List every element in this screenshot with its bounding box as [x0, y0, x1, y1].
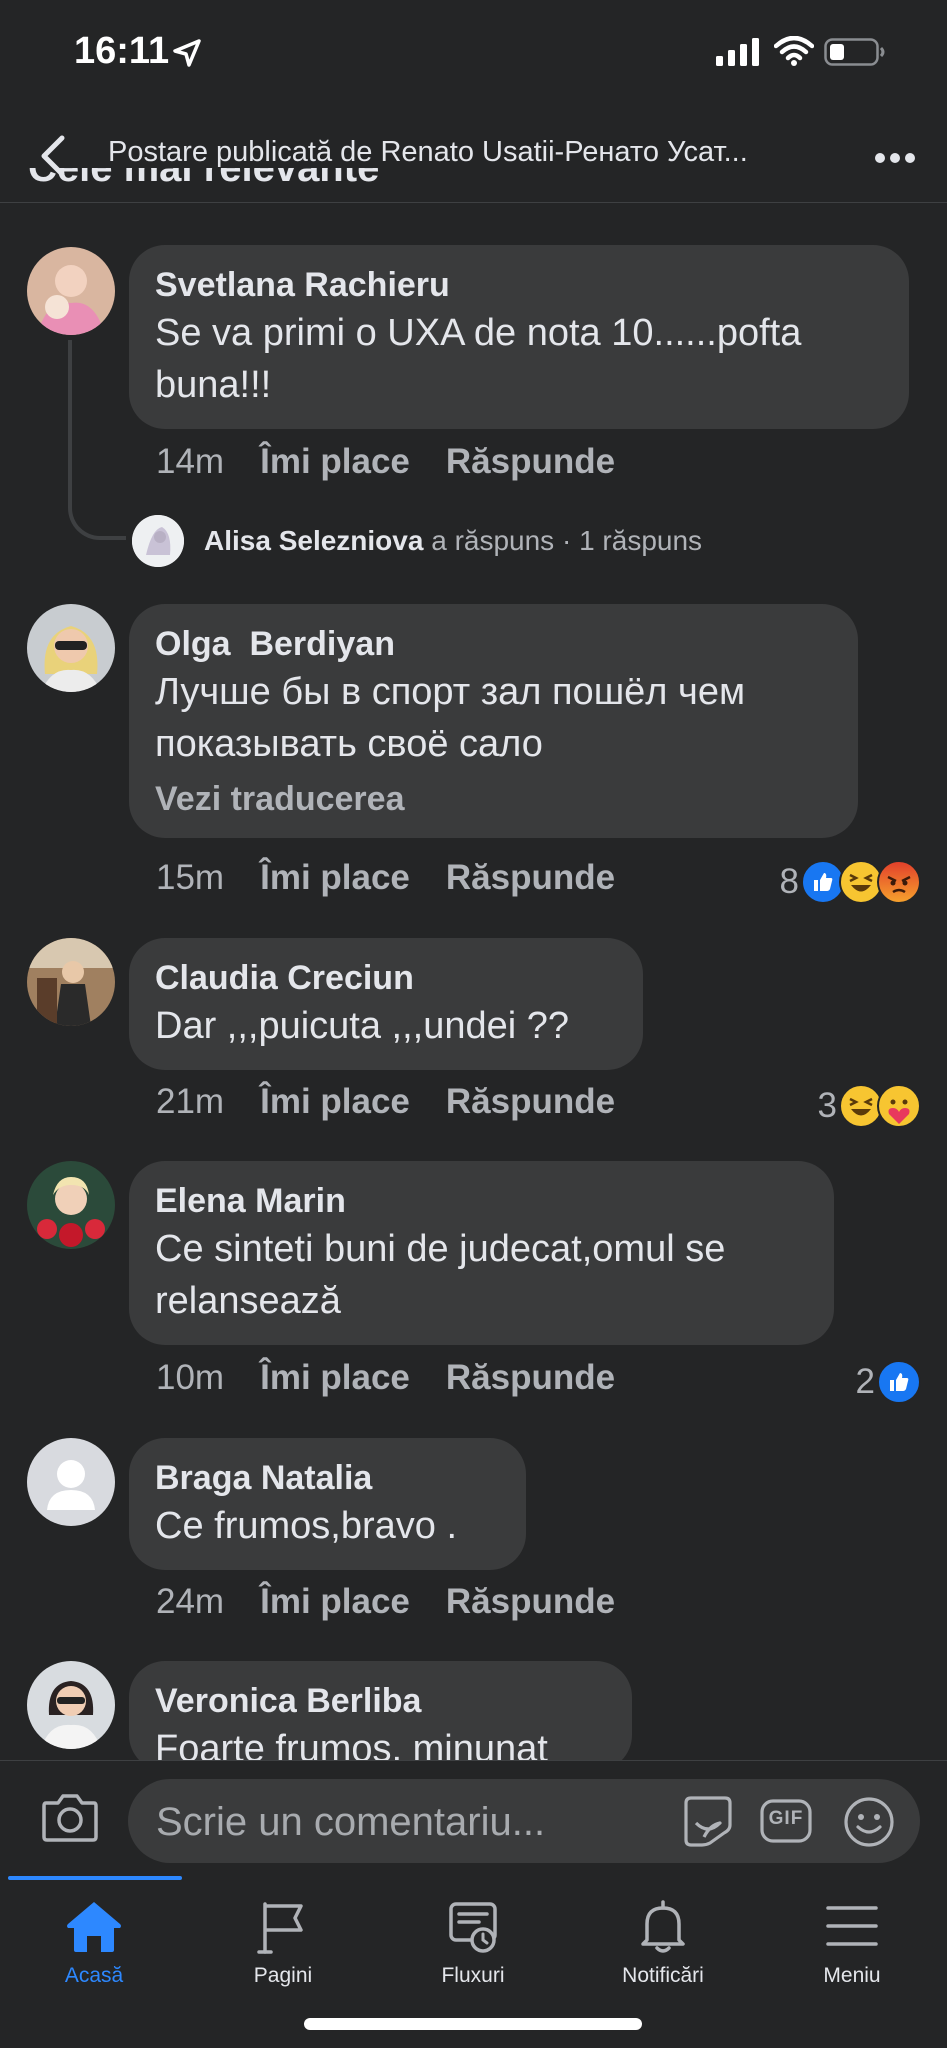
like-button[interactable]: Îmi place — [260, 1582, 410, 1621]
angry-reaction-icon — [877, 860, 921, 904]
reaction-summary[interactable]: 8 — [780, 860, 921, 904]
home-icon — [67, 1902, 121, 1952]
comment-input[interactable] — [154, 1779, 678, 1865]
comment-text: Ce frumos,bravo . — [155, 1505, 457, 1547]
comment-bubble[interactable]: Claudia Creciun Dar ,,,puicuta ,,,undei … — [129, 938, 643, 1070]
feeds-icon — [449, 1902, 497, 1953]
like-button[interactable]: Îmi place — [260, 858, 410, 897]
reply-button[interactable]: Răspunde — [446, 442, 615, 481]
tab-notifications[interactable]: Notificări — [583, 1898, 743, 2008]
home-indicator — [304, 2018, 642, 2030]
post-title: Postare publicată de Renato Usatii-Ренат… — [108, 136, 748, 168]
reaction-summary[interactable]: 3 — [818, 1084, 921, 1128]
reaction-count: 2 — [855, 1362, 875, 1401]
reply-button[interactable]: Răspunde — [446, 1082, 615, 1121]
bell-icon — [641, 1900, 685, 1953]
like-button[interactable]: Îmi place — [260, 1082, 410, 1121]
see-translation-link[interactable]: Vezi traducerea — [155, 778, 830, 820]
status-time: 16:11 — [74, 30, 170, 72]
like-reaction-icon — [877, 1360, 921, 1404]
tab-label: Meniu — [823, 1964, 881, 1987]
gif-label: GIF — [768, 1808, 804, 1829]
comment-time: 21m — [156, 1082, 225, 1121]
comment-author[interactable]: Braga Natalia — [155, 1458, 498, 1498]
menu-icon — [826, 1906, 878, 1946]
comment-author[interactable]: Claudia Creciun — [155, 958, 615, 998]
emoji-icon[interactable] — [842, 1795, 896, 1849]
like-button[interactable]: Îmi place — [260, 442, 410, 481]
avatar — [132, 515, 184, 567]
wifi-icon — [774, 36, 814, 66]
comment-author[interactable]: Elena Marin — [155, 1181, 806, 1221]
comment-actions: 24m Îmi place Răspunde — [156, 1582, 651, 1622]
sticker-icon[interactable] — [680, 1795, 736, 1849]
reaction-count: 8 — [779, 862, 799, 901]
comment-time: 10m — [156, 1358, 225, 1397]
comment-bubble[interactable]: Olga Berdiyan Лучше бы в спорт зал пошёл… — [129, 604, 858, 838]
cellular-signal-icon — [716, 38, 759, 66]
comment-bubble[interactable]: Svetlana Rachieru Se va primi o UXA de n… — [129, 245, 909, 429]
comment-author[interactable]: Olga Berdiyan — [155, 624, 830, 664]
comment-text: Se va primi o UXA de nota 10......pofta … — [155, 312, 802, 406]
comment-time: 14m — [156, 442, 225, 481]
tab-menu[interactable]: Meniu — [772, 1898, 932, 2008]
care-reaction-icon — [877, 1084, 921, 1128]
like-button[interactable]: Îmi place — [260, 1358, 410, 1397]
tab-label: Pagini — [253, 1964, 313, 1987]
comment-actions: 21m Îmi place Răspunde — [156, 1082, 651, 1122]
comment-actions: 14m Îmi place Răspunde — [156, 442, 651, 482]
battery-icon — [824, 38, 885, 66]
avatar[interactable] — [27, 604, 115, 692]
tab-label: Notificări — [622, 1964, 704, 1987]
status-bar: 16:11 — [0, 0, 947, 110]
tab-feeds[interactable]: Fluxuri — [393, 1898, 553, 2008]
reply-author: Alisa Selezniova — [204, 525, 424, 556]
reply-button[interactable]: Răspunde — [446, 858, 615, 897]
avatar[interactable] — [27, 1661, 115, 1749]
sort-heading[interactable]: Cele mai relevante — [28, 168, 628, 202]
comment-text: Лучше бы в спорт зал пошёл чем показыват… — [155, 671, 746, 765]
comment-actions: 10m Îmi place Răspunde — [156, 1358, 651, 1398]
reaction-summary[interactable]: 2 — [856, 1360, 921, 1404]
comment-author[interactable]: Svetlana Rachieru — [155, 265, 881, 305]
avatar[interactable] — [27, 247, 115, 335]
location-arrow-icon — [173, 39, 201, 67]
reply-button[interactable]: Răspunde — [446, 1582, 615, 1621]
reply-thread-line — [68, 340, 126, 540]
view-replies-link[interactable]: Alisa Selezniova a răspuns · 1 răspuns — [132, 515, 702, 567]
camera-icon[interactable] — [40, 1789, 100, 1845]
comment-bubble[interactable]: Veronica Berliba Foarte frumos, minunat — [129, 1661, 632, 1771]
default-avatar-icon[interactable] — [27, 1438, 115, 1526]
comment-composer: GIF — [0, 1760, 947, 1877]
active-tab-indicator — [8, 1876, 182, 1880]
comment-author[interactable]: Veronica Berliba — [155, 1681, 604, 1721]
reaction-count: 3 — [817, 1086, 837, 1125]
more-options-icon[interactable] — [872, 138, 918, 178]
tab-home[interactable]: Acasă — [14, 1898, 174, 2008]
tab-pages[interactable]: Pagini — [203, 1898, 363, 2008]
avatar[interactable] — [27, 938, 115, 1026]
tab-label: Acasă — [64, 1964, 124, 1987]
reply-button[interactable]: Răspunde — [446, 1358, 615, 1397]
comment-actions: 15m Îmi place Răspunde — [156, 858, 651, 898]
comment-text: Dar ,,,puicuta ,,,undei ?? — [155, 1005, 570, 1047]
comment-time: 15m — [156, 858, 225, 897]
avatar[interactable] — [27, 1161, 115, 1249]
comment-bubble[interactable]: Elena Marin Ce sinteti buni de judecat,o… — [129, 1161, 834, 1345]
gif-button[interactable]: GIF — [760, 1797, 812, 1845]
flag-icon — [257, 1902, 303, 1954]
comment-bubble[interactable]: Braga Natalia Ce frumos,bravo . — [129, 1438, 526, 1570]
comment-time: 24m — [156, 1582, 225, 1621]
comment-text: Ce sinteti buni de judecat,omul se relan… — [155, 1228, 726, 1322]
comment-input-container: GIF — [128, 1779, 920, 1865]
tab-label: Fluxuri — [441, 1964, 505, 1987]
